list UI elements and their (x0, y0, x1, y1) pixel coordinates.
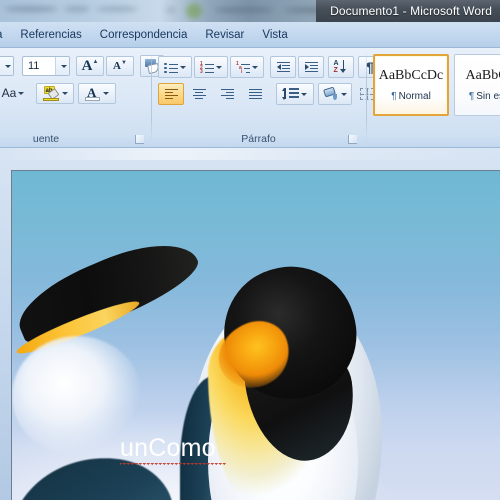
font-name-dropdown-arrow[interactable] (0, 57, 13, 75)
font-color-icon: A (85, 85, 101, 101)
shading-button[interactable] (318, 83, 352, 105)
text-highlight-button[interactable]: ab (36, 83, 74, 104)
multilevel-list-button[interactable]: 1 a i (230, 56, 264, 78)
tab-revisar[interactable]: Revisar (196, 24, 253, 46)
style-name-normal: ¶ Normal (391, 91, 431, 102)
grow-arrow-icon: ▲ (92, 59, 99, 65)
font-dialog-launcher[interactable] (135, 135, 144, 144)
numbering-button[interactable]: 1 2 3 (194, 56, 228, 78)
style-item-sin-espaciado[interactable]: AaBbCcI ¶Sin espa (454, 54, 500, 116)
title-bar: Documento1 - Microsoft Word (0, 0, 500, 22)
sort-button[interactable]: AZ (328, 56, 354, 78)
align-right-button[interactable] (214, 83, 240, 105)
shrink-font-icon: A (113, 60, 121, 72)
font-group-body: 11 A ▲ A ▼ x2 (0, 50, 164, 124)
grow-font-icon: A (81, 57, 93, 74)
penguin-photo[interactable]: unComo (12, 171, 500, 500)
justify-button[interactable] (242, 83, 268, 105)
sort-icon: AZ (334, 60, 349, 74)
style-item-normal[interactable]: AaBbCcDc ¶ Normal (373, 54, 449, 116)
change-case-icon: Aa (1, 86, 17, 100)
numbering-icon: 1 2 3 (200, 61, 214, 74)
align-left-button[interactable] (158, 83, 184, 105)
style-preview-sin-espaciado: AaBbCcI (465, 68, 500, 83)
tab-correspondencia[interactable]: Correspondencia (91, 24, 197, 46)
increase-indent-button[interactable] (298, 56, 324, 78)
paragraph-dialog-launcher[interactable] (348, 135, 357, 144)
font-size-dropdown-arrow[interactable] (55, 57, 69, 75)
ribbon-group-styles: AaBbCcDc ¶Normal AaBbCcI ¶Sin espa (370, 48, 500, 148)
shading-paint-bucket-icon (322, 86, 339, 101)
tab-diseno-de-pagina[interactable]: a (0, 24, 11, 46)
justify-icon (248, 88, 262, 100)
line-spacing-button[interactable] (276, 83, 314, 105)
group-divider-1 (151, 52, 152, 142)
ribbon-group-paragraph: 1 2 3 1 a i A Z ¶ Párrafo (156, 48, 382, 148)
style-preview-normal: AaBbCcDc (378, 68, 444, 83)
paragraph-group-label: Párrafo (241, 133, 276, 145)
document-area[interactable]: unComo (0, 148, 500, 500)
ribbon: 11 A ▲ A ▼ x2 (0, 48, 500, 148)
shrink-font-button[interactable]: A ▼ (106, 56, 134, 76)
group-divider-2 (366, 52, 367, 142)
document-text[interactable]: unComo (120, 436, 216, 461)
style-pilcrow-icon: ¶ (391, 91, 397, 102)
highlighter-icon: ab (42, 86, 60, 101)
window-title: Documento1 - Microsoft Word (316, 0, 500, 22)
decrease-indent-button[interactable] (270, 56, 296, 78)
font-group-label: uente (32, 133, 60, 145)
align-left-icon (164, 88, 178, 100)
bullets-button[interactable] (158, 56, 192, 78)
font-color-button[interactable]: A (78, 83, 116, 104)
tab-vista[interactable]: Vista (253, 24, 296, 46)
decrease-indent-icon (276, 61, 290, 73)
align-center-icon (192, 88, 206, 100)
ribbon-tab-strip: a Referencias Correspondencia Revisar Vi… (0, 22, 500, 48)
line-spacing-icon (282, 88, 299, 100)
penguin-feather-highlight (12, 171, 14, 261)
font-name-combo[interactable] (0, 56, 14, 76)
increase-indent-icon (304, 61, 318, 73)
grow-font-button[interactable]: A ▲ (76, 56, 104, 76)
tab-referencias[interactable]: Referencias (11, 24, 90, 46)
multilevel-list-icon: 1 a i (236, 61, 250, 74)
spellcheck-underline (120, 463, 226, 468)
style-pilcrow-icon-2: ¶ (468, 91, 475, 102)
paragraph-group-body: 1 2 3 1 a i A Z ¶ (156, 50, 382, 124)
page-top-sheen (0, 148, 500, 160)
align-right-icon (220, 88, 234, 100)
bullets-icon (164, 62, 178, 74)
align-center-button[interactable] (186, 83, 212, 105)
change-case-button[interactable]: Aa (0, 83, 30, 103)
shrink-arrow-icon: ▼ (121, 60, 127, 66)
font-size-value: 11 (28, 60, 40, 72)
ribbon-group-font: 11 A ▲ A ▼ x2 (0, 48, 164, 148)
style-name-sin-espaciado: ¶Sin espa (468, 91, 500, 102)
document-page[interactable]: unComo (11, 170, 500, 500)
font-size-combo[interactable]: 11 (22, 56, 70, 76)
